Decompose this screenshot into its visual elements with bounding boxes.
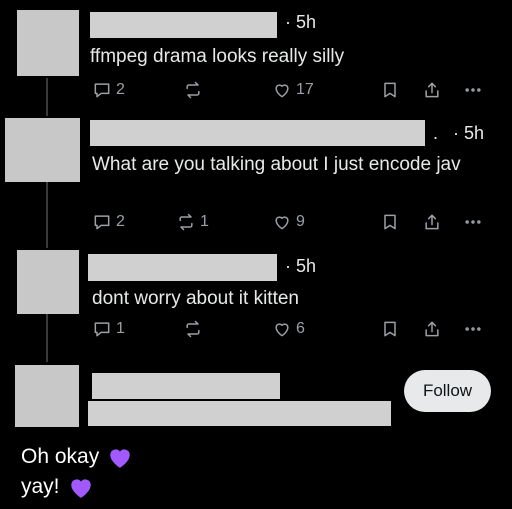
purple-heart-icon bbox=[70, 478, 91, 498]
post-timestamp[interactable]: · 5h bbox=[285, 256, 316, 277]
bookmark-button[interactable] bbox=[380, 212, 400, 232]
post-timestamp[interactable]: · 5h bbox=[285, 12, 316, 33]
avatar[interactable] bbox=[17, 250, 79, 314]
repost-button[interactable]: 1 bbox=[176, 212, 209, 232]
repost-count: 1 bbox=[200, 213, 209, 230]
reply-button[interactable]: 2 bbox=[92, 80, 125, 100]
thread-line bbox=[46, 182, 48, 248]
reply-icon bbox=[94, 215, 110, 230]
avatar[interactable] bbox=[17, 10, 79, 76]
account-name-redacted[interactable] bbox=[92, 373, 280, 399]
follow-button[interactable]: Follow bbox=[404, 370, 491, 412]
post-timestamp[interactable]: · 5h bbox=[453, 123, 484, 144]
account-bio-redacted bbox=[88, 401, 391, 426]
reply-icon bbox=[94, 83, 110, 98]
caption-text-2: yay! bbox=[21, 475, 60, 498]
author-name-redacted[interactable] bbox=[90, 12, 277, 38]
like-count: 9 bbox=[296, 213, 305, 230]
author-name-redacted[interactable] bbox=[90, 120, 425, 146]
like-count: 6 bbox=[296, 320, 305, 337]
thread-line bbox=[46, 78, 48, 116]
bookmark-button[interactable] bbox=[380, 319, 400, 339]
author-name-redacted[interactable] bbox=[88, 254, 277, 281]
repost-button[interactable] bbox=[183, 319, 207, 339]
more-icon bbox=[465, 220, 481, 224]
reply-button[interactable]: 2 bbox=[92, 212, 125, 232]
share-button[interactable] bbox=[422, 319, 442, 339]
thread-line bbox=[46, 314, 48, 362]
reply-button[interactable]: 1 bbox=[92, 319, 125, 339]
caption-line-1: Oh okay bbox=[21, 442, 133, 471]
reply-count: 2 bbox=[116, 213, 125, 230]
more-icon bbox=[465, 88, 481, 92]
more-button[interactable] bbox=[463, 319, 483, 339]
like-button[interactable]: 17 bbox=[272, 80, 314, 100]
caption-line-2: yay! bbox=[21, 472, 94, 501]
more-button[interactable] bbox=[463, 80, 483, 100]
share-icon bbox=[425, 321, 439, 337]
like-button[interactable]: 6 bbox=[272, 319, 305, 339]
share-icon bbox=[425, 214, 439, 230]
repost-icon bbox=[186, 320, 200, 338]
reply-icon bbox=[94, 322, 110, 337]
bookmark-button[interactable] bbox=[380, 80, 400, 100]
post-text: ffmpeg drama looks really silly bbox=[90, 46, 345, 67]
like-button[interactable]: 9 bbox=[272, 212, 305, 232]
bookmark-icon bbox=[384, 82, 396, 98]
avatar[interactable] bbox=[15, 365, 79, 427]
like-icon bbox=[275, 216, 289, 230]
like-icon bbox=[275, 84, 289, 98]
share-button[interactable] bbox=[422, 212, 442, 232]
repost-icon bbox=[186, 81, 200, 99]
like-icon bbox=[275, 323, 289, 337]
share-button[interactable] bbox=[422, 80, 442, 100]
post-text: What are you talking about I just encode… bbox=[92, 154, 461, 175]
repost-icon bbox=[179, 213, 193, 231]
purple-heart-icon bbox=[110, 448, 130, 468]
caption-text-1: Oh okay bbox=[21, 445, 100, 468]
avatar[interactable] bbox=[5, 118, 80, 182]
author-handle-trailing-dot: . bbox=[433, 123, 439, 143]
like-count: 17 bbox=[296, 81, 314, 98]
share-icon bbox=[425, 82, 439, 98]
reply-count: 2 bbox=[116, 81, 125, 98]
more-icon bbox=[465, 327, 481, 331]
bookmark-icon bbox=[384, 214, 396, 230]
post-text: dont worry about it kitten bbox=[92, 288, 299, 309]
repost-button[interactable] bbox=[183, 80, 207, 100]
bookmark-icon bbox=[384, 321, 396, 337]
reply-count: 1 bbox=[116, 320, 125, 337]
more-button[interactable] bbox=[463, 212, 483, 232]
